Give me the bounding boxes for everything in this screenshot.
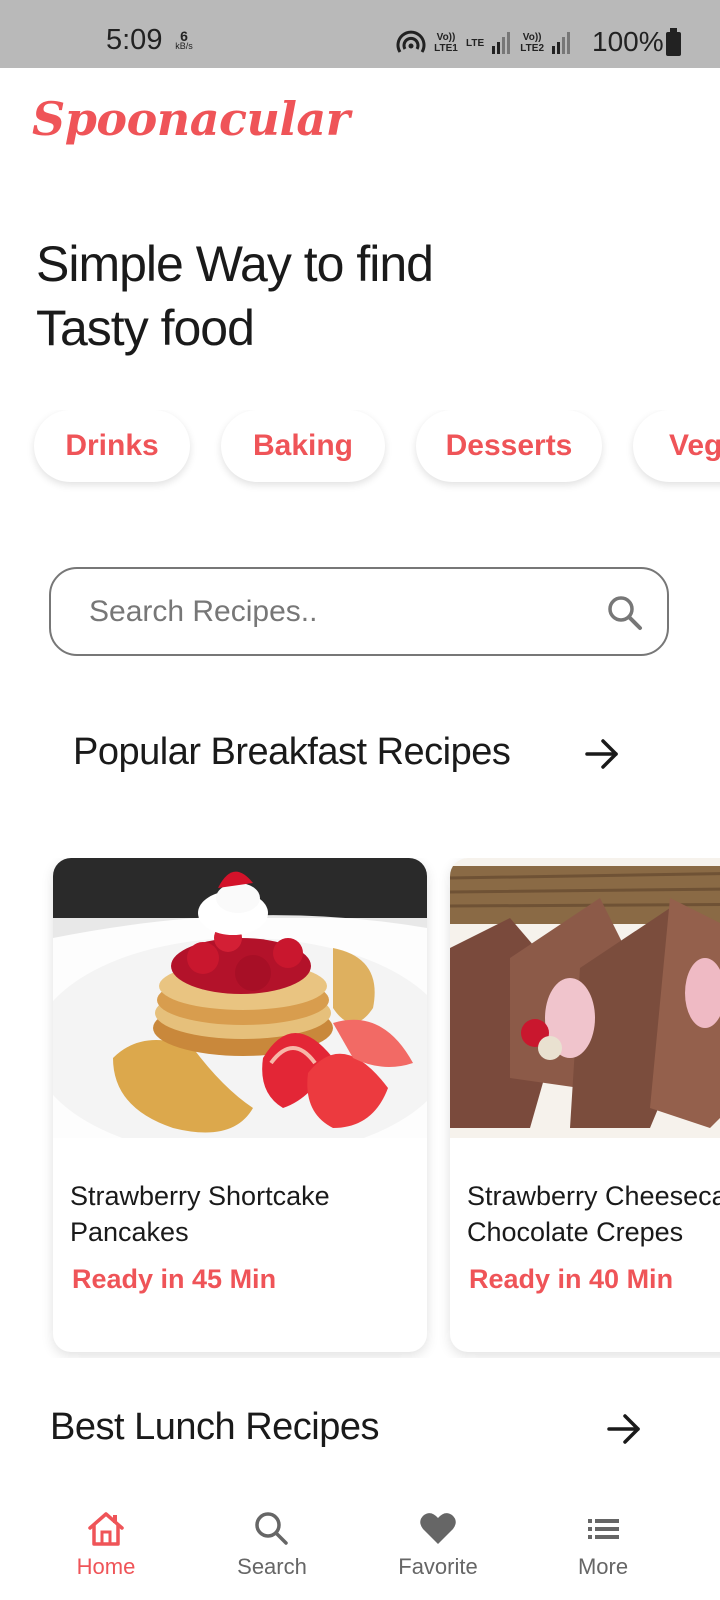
- nav-more-label: More: [577, 1554, 629, 1579]
- recipe-ready-time: Ready in 45 Min: [72, 1264, 277, 1294]
- status-bar: 5:09 6 kB/s Vo)) LTE1 LTE Vo)) LTE2 100%: [0, 0, 720, 68]
- nav-home[interactable]: Home: [46, 1500, 166, 1600]
- nav-favorite[interactable]: Favorite: [378, 1500, 498, 1600]
- search-input[interactable]: [87, 593, 567, 630]
- arrow-right-icon[interactable]: [584, 736, 620, 772]
- recipe-image-pancakes: [53, 858, 427, 1138]
- headline-line-1: Simple Way to find: [36, 236, 434, 292]
- category-chip-desserts[interactable]: Desserts: [416, 410, 602, 482]
- headline-line-2: Tasty food: [36, 300, 255, 356]
- nav-favorite-label: Favorite: [398, 1554, 478, 1579]
- category-chip-baking[interactable]: Baking: [221, 410, 385, 482]
- nav-search-label: Search: [237, 1554, 307, 1579]
- home-icon: [88, 1512, 124, 1546]
- battery-percentage: 100%: [592, 26, 664, 57]
- recipe-card[interactable]: Strawberry Shortcake Pancakes Ready in 4…: [53, 858, 427, 1352]
- network-speed-value: 6: [180, 28, 188, 44]
- bottom-navigation: Home Search Favorite More: [0, 1500, 720, 1600]
- network-speed-unit: kB/s: [175, 41, 193, 51]
- hotspot-icon: [396, 30, 426, 53]
- sim1-network-label: LTE: [466, 37, 485, 49]
- breakfast-section-title: Popular Breakfast Recipes: [73, 731, 511, 773]
- headline: Simple Way to find Tasty food: [36, 232, 556, 360]
- nav-search[interactable]: Search: [212, 1500, 332, 1600]
- signal-icon: [552, 32, 571, 54]
- breakfast-recipe-list: Strawberry Shortcake Pancakes Ready in 4…: [0, 858, 720, 1358]
- signal-icon: [492, 32, 511, 54]
- category-chip-drinks[interactable]: Drinks: [34, 410, 190, 482]
- battery-icon: [666, 28, 681, 56]
- nav-home-label: Home: [76, 1554, 136, 1579]
- sim2-label: Vo)) LTE2: [520, 32, 545, 54]
- recipe-title: Strawberry Cheesecake Chocolate Crepes: [467, 1181, 720, 1247]
- recipe-ready-time: Ready in 40 Min: [469, 1264, 674, 1294]
- category-chip-veg[interactable]: Veg: [633, 410, 720, 482]
- recipe-image-crepes: [450, 858, 720, 1138]
- arrow-right-icon[interactable]: [606, 1411, 642, 1447]
- sim1-label: Vo)) LTE1: [434, 32, 458, 54]
- status-time: 5:09: [106, 24, 163, 56]
- app-logo: Spoonacular: [32, 92, 350, 146]
- recipe-card[interactable]: Strawberry Cheesecake Chocolate Crepes R…: [450, 858, 720, 1352]
- search-bar[interactable]: [49, 567, 669, 656]
- status-icons: Vo)) LTE1 LTE Vo)) LTE2: [396, 28, 572, 58]
- heart-icon: [420, 1513, 456, 1544]
- lunch-section-title: Best Lunch Recipes: [50, 1406, 379, 1448]
- category-list: Drinks Baking Desserts Veg: [0, 410, 720, 500]
- nav-more[interactable]: More: [543, 1500, 663, 1600]
- search-icon[interactable]: [605, 593, 645, 633]
- network-speed: 6 kB/s: [171, 28, 197, 51]
- list-icon: [588, 1519, 619, 1539]
- search-icon: [255, 1512, 288, 1545]
- recipe-title: Strawberry Shortcake Pancakes: [70, 1181, 330, 1247]
